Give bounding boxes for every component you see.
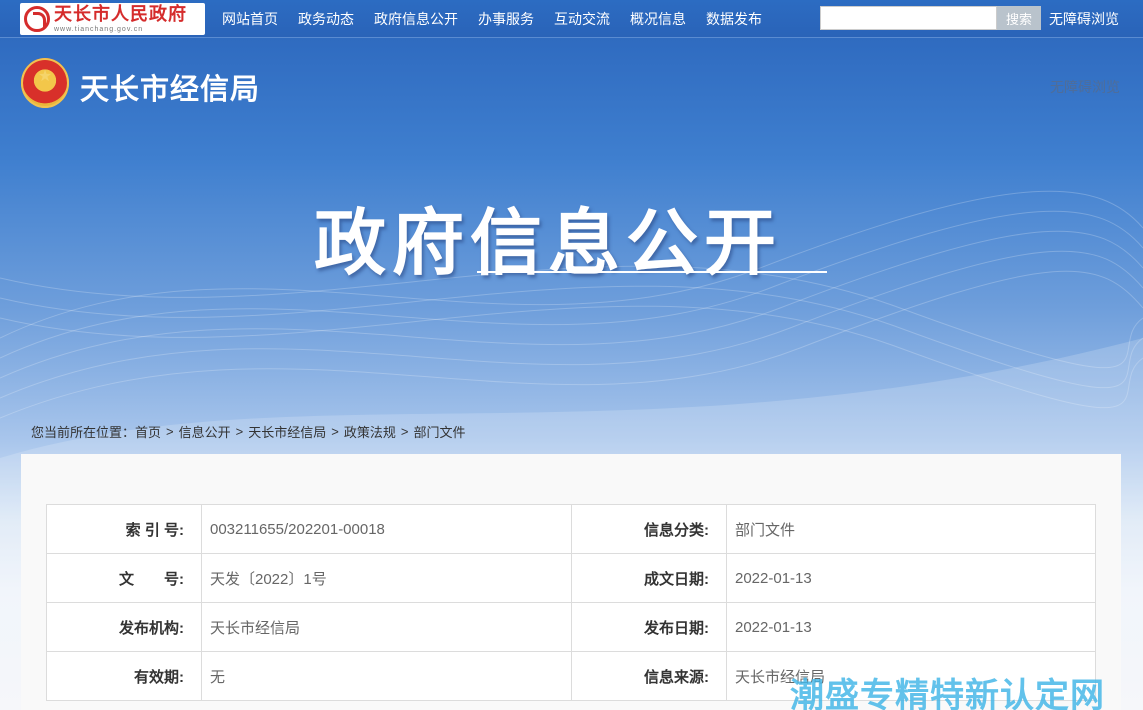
nav-overview[interactable]: 概况信息: [630, 9, 686, 29]
banner-accessibility-link[interactable]: 无障碍浏览: [1050, 77, 1120, 97]
logo-icon: [24, 6, 50, 32]
meta-value-publish-date: 2022-01-13: [726, 602, 1096, 652]
meta-value-category: 部门文件: [726, 504, 1096, 554]
breadcrumb-separator: >: [235, 424, 244, 439]
meta-label-publish-date: 发布日期:: [571, 602, 727, 652]
breadcrumb-separator: >: [331, 424, 339, 439]
government-logo[interactable]: 天长市人民政府 www.tianchang.gov.cn: [20, 3, 205, 35]
breadcrumb-department[interactable]: 天长市经信局: [248, 422, 326, 441]
meta-value-publisher: 天长市经信局: [201, 602, 572, 652]
meta-value-written-date: 2022-01-13: [726, 553, 1096, 603]
meta-value-validity: 无: [201, 651, 572, 701]
nav-news[interactable]: 政务动态: [298, 9, 354, 29]
search-input[interactable]: [820, 6, 997, 30]
top-navigation-bar: 天长市人民政府 www.tianchang.gov.cn 网站首页 政务动态 政…: [0, 0, 1143, 38]
meta-label-document-number: 文 号:: [46, 553, 202, 603]
nav-info-disclosure[interactable]: 政府信息公开: [374, 9, 458, 29]
nav-services[interactable]: 办事服务: [478, 9, 534, 29]
hero-underline: [477, 271, 827, 273]
breadcrumb-prefix: 您当前所在位置：: [31, 425, 136, 440]
hero-title: 政府信息公开: [314, 201, 783, 285]
nav-data-release[interactable]: 数据发布: [706, 9, 762, 29]
breadcrumb-dept-docs[interactable]: 部门文件: [413, 422, 465, 441]
department-title: 天长市经信局: [80, 74, 261, 106]
breadcrumb-separator: >: [400, 424, 409, 439]
logo-title: 天长市人民政府: [54, 3, 187, 25]
breadcrumb-info-disclosure[interactable]: 信息公开: [179, 422, 231, 441]
search-button[interactable]: 搜索: [997, 6, 1041, 30]
meta-label-validity: 有效期:: [46, 651, 202, 701]
breadcrumb: 您当前所在位置： 首页 > 信息公开 > 天长市经信局 > 政策法规 > 部门文…: [31, 422, 465, 441]
watermark-text: 潮盛专精特新认定网: [790, 676, 1105, 710]
main-nav: 网站首页 政务动态 政府信息公开 办事服务 互动交流 概况信息 数据发布: [222, 0, 782, 38]
meta-value-index-number: 003211655/202201-00018: [201, 504, 572, 554]
table-row: 发布机构: 天长市经信局 发布日期: 2022-01-13: [46, 602, 1096, 652]
nav-home[interactable]: 网站首页: [222, 9, 278, 29]
nav-interaction[interactable]: 互动交流: [554, 9, 610, 29]
meta-value-document-number: 天发〔2022〕1号: [201, 553, 572, 603]
breadcrumb-home[interactable]: 首页: [135, 422, 161, 441]
meta-label-index-number: 索 引 号:: [46, 504, 202, 554]
breadcrumb-separator: >: [166, 424, 174, 439]
meta-label-publisher: 发布机构:: [46, 602, 202, 652]
meta-label-written-date: 成文日期:: [571, 553, 727, 603]
table-row: 索 引 号: 003211655/202201-00018 信息分类: 部门文件: [46, 504, 1096, 554]
meta-label-source: 信息来源:: [571, 651, 727, 701]
national-emblem-icon: [21, 58, 69, 108]
table-row: 文 号: 天发〔2022〕1号 成文日期: 2022-01-13: [46, 553, 1096, 603]
meta-label-category: 信息分类:: [571, 504, 727, 554]
accessibility-link[interactable]: 无障碍浏览: [1049, 9, 1119, 29]
logo-url: www.tianchang.gov.cn: [54, 25, 144, 33]
breadcrumb-policy[interactable]: 政策法规: [344, 422, 396, 441]
